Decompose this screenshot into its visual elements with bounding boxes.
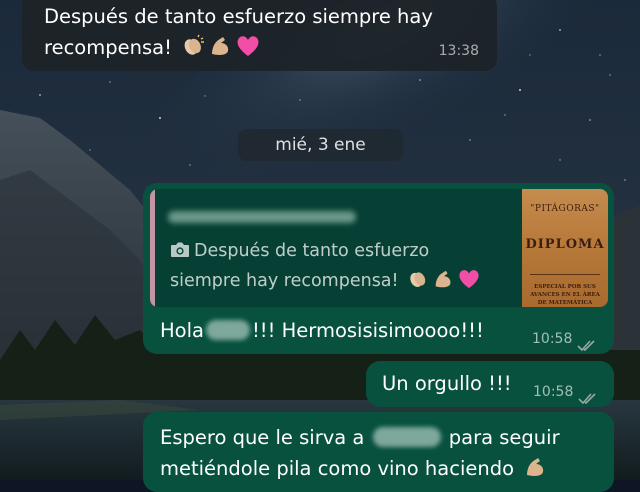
message-text-line: recompensa! [44, 32, 497, 67]
message-text: Un orgullo !!! [382, 372, 512, 395]
message-text: Espero que le sirva a para seguir [160, 426, 560, 449]
flexed-biceps-icon [523, 455, 547, 488]
double-check-icon [577, 331, 597, 362]
redacted-name [205, 320, 250, 340]
message-text: Hola!!! Hermosisisimoooo!!! [160, 319, 484, 342]
quoted-image-thumbnail[interactable]: "PITÁGORAS" DIPLOMA ESPECIAL POR SUS AVA… [522, 189, 608, 307]
message-time: 10:58 [533, 384, 574, 400]
diploma-body: ESPECIAL POR SUS AVANCES EN EL ÁREA DE M… [530, 284, 600, 306]
outgoing-message-reply[interactable]: Después de tanto esfuerzo siempre hay re… [143, 183, 614, 354]
flexed-biceps-icon [432, 268, 454, 299]
quoted-text: Después de tanto esfuerzo siempre hay re… [170, 237, 510, 299]
double-check-icon [578, 384, 598, 415]
diploma-divider [530, 274, 600, 275]
message-text: Después de tanto esfuerzo siempre hay [44, 5, 433, 28]
clapping-hands-icon [181, 34, 205, 67]
pink-heart-icon [235, 34, 261, 67]
outgoing-message[interactable]: Espero que le sirva a para seguir metién… [143, 412, 614, 492]
message-text-line: metiéndole pila como vino haciendo [160, 453, 614, 488]
outgoing-message[interactable]: Un orgullo !!! 10:58 [366, 361, 614, 407]
flexed-biceps-icon [208, 34, 232, 67]
camera-icon [170, 239, 190, 267]
quote-bar [150, 189, 155, 307]
pink-heart-icon [457, 268, 481, 299]
date-divider: mié, 3 ene [238, 129, 403, 161]
redacted-name [372, 427, 441, 447]
incoming-message[interactable]: Después de tanto esfuerzo siempre hay re… [22, 0, 497, 71]
quoted-author-redacted [168, 211, 356, 223]
diploma-header: "PITÁGORAS" [530, 204, 600, 214]
diploma-title: DIPLOMA [525, 237, 605, 252]
quoted-message[interactable]: Después de tanto esfuerzo siempre hay re… [150, 189, 608, 307]
clapping-hands-icon [407, 268, 429, 299]
message-time: 10:58 [532, 331, 573, 347]
message-time: 13:38 [438, 43, 479, 59]
